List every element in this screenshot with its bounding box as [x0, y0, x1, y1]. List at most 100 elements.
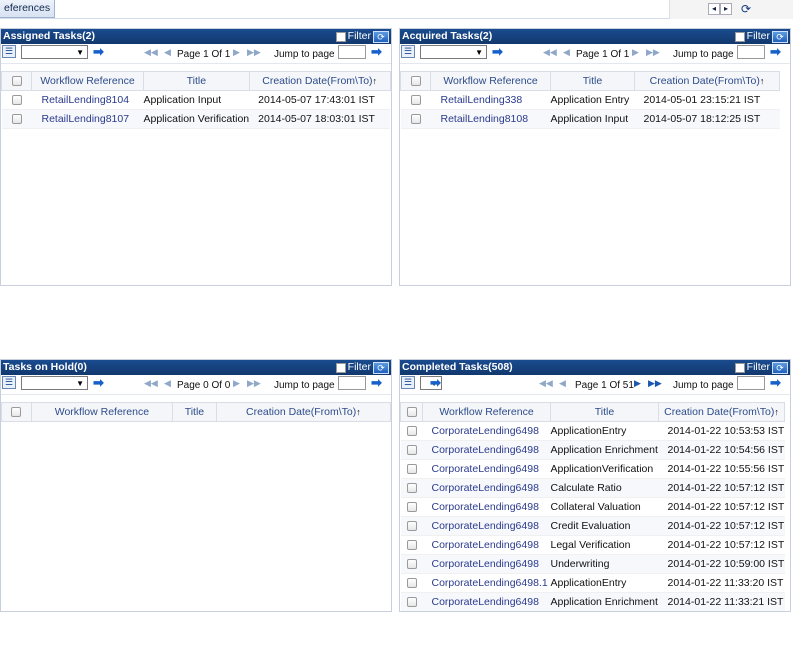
column-header-0[interactable]: Workflow Reference — [30, 402, 174, 422]
filter-checkbox[interactable] — [335, 362, 346, 373]
sort-icon[interactable]: ↑ — [373, 76, 378, 86]
table-row[interactable]: CorporateLending6498 ApplicationVerifica… — [400, 459, 785, 479]
last-page-icon[interactable]: ▶▶ — [648, 377, 662, 389]
workflow-reference-link[interactable]: CorporateLending6498 — [422, 421, 551, 441]
last-page-icon[interactable]: ▶▶ — [247, 377, 261, 389]
column-header-2[interactable]: Creation Date(From\To)↑ — [658, 402, 785, 422]
column-header-1[interactable]: Title — [172, 402, 217, 422]
table-row[interactable]: CorporateLending6498.1 ApplicationEntry … — [400, 573, 785, 593]
sort-icon[interactable]: ↑ — [760, 76, 765, 86]
row-checkbox[interactable] — [11, 95, 22, 106]
table-row[interactable]: RetailLending8104 Application Input 2014… — [1, 90, 391, 110]
select-all-checkbox[interactable] — [11, 76, 22, 87]
column-header-2[interactable]: Creation Date(From\To)↑ — [215, 402, 391, 422]
table-row[interactable]: RetailLending338 Application Entry 2014-… — [400, 90, 780, 110]
jump-to-page-input[interactable] — [338, 45, 366, 59]
filter-checkbox[interactable] — [734, 362, 745, 373]
table-row[interactable]: CorporateLending6498 Legal Verification … — [400, 535, 785, 555]
workflow-reference-link[interactable]: CorporateLending6498 — [422, 440, 551, 460]
go-arrow-icon[interactable]: ➡ — [430, 375, 441, 390]
prev-page-icon[interactable]: ◀ — [164, 46, 171, 58]
go-arrow-icon[interactable]: ➡ — [492, 44, 503, 59]
first-page-icon[interactable]: ◀◀ — [539, 377, 553, 389]
column-header-1[interactable]: Title — [143, 71, 250, 91]
workflow-reference-link[interactable]: CorporateLending6498 — [422, 592, 551, 611]
list-view-icon[interactable]: ☰ — [2, 376, 16, 389]
workflow-reference-link[interactable]: CorporateLending6498 — [422, 459, 551, 479]
filter-checkbox[interactable] — [335, 31, 346, 42]
refresh-icon[interactable]: ⟳ — [738, 3, 754, 15]
last-page-icon[interactable]: ▶▶ — [646, 46, 660, 58]
select-all-checkbox[interactable] — [406, 407, 417, 418]
workflow-reference-link[interactable]: CorporateLending6498 — [422, 535, 551, 555]
workflow-reference-link[interactable]: CorporateLending6498 — [422, 554, 551, 574]
refresh-icon[interactable]: ⟳ — [772, 30, 788, 43]
next-page-icon[interactable]: ▶ — [233, 377, 240, 389]
last-page-icon[interactable]: ▶▶ — [247, 46, 261, 58]
row-checkbox[interactable] — [406, 540, 417, 551]
jump-go-icon[interactable]: ➡ — [770, 375, 781, 390]
row-checkbox[interactable] — [406, 559, 417, 570]
workflow-reference-link[interactable]: CorporateLending6498 — [422, 497, 551, 517]
list-view-icon[interactable]: ☰ — [401, 376, 415, 389]
sort-icon[interactable]: ↑ — [774, 407, 779, 417]
workflow-reference-link[interactable]: CorporateLending6498 — [422, 478, 551, 498]
row-checkbox[interactable] — [406, 597, 417, 608]
table-row[interactable]: CorporateLending6498 Calculate Ratio 201… — [400, 478, 785, 498]
view-select[interactable]: ▼ — [420, 45, 487, 59]
list-view-icon[interactable]: ☰ — [401, 45, 415, 58]
prev-page-icon[interactable]: ◀ — [563, 46, 570, 58]
row-checkbox[interactable] — [11, 114, 22, 125]
column-header-0[interactable]: Workflow Reference — [422, 402, 551, 422]
row-checkbox[interactable] — [406, 521, 417, 532]
table-row[interactable]: RetailLending8108 Application Input 2014… — [400, 109, 780, 129]
prev-page-icon[interactable]: ◀ — [164, 377, 171, 389]
go-arrow-icon[interactable]: ➡ — [93, 44, 104, 59]
workflow-reference-link[interactable]: RetailLending8107 — [31, 109, 144, 129]
go-arrow-icon[interactable]: ➡ — [93, 375, 104, 390]
workflow-reference-link[interactable]: RetailLending8104 — [31, 90, 144, 110]
first-page-icon[interactable]: ◀◀ — [144, 46, 158, 58]
refresh-icon[interactable]: ⟳ — [373, 30, 389, 43]
list-view-icon[interactable]: ☰ — [2, 45, 16, 58]
next-page-icon[interactable]: ▶ — [634, 377, 641, 389]
workflow-reference-link[interactable]: RetailLending8108 — [430, 109, 551, 129]
row-checkbox[interactable] — [410, 114, 421, 125]
column-header-0[interactable]: Workflow Reference — [31, 71, 144, 91]
column-header-2[interactable]: Creation Date(From\To)↑ — [248, 71, 391, 91]
table-row[interactable]: RetailLending8107 Application Verificati… — [1, 109, 391, 129]
jump-to-page-input[interactable] — [338, 376, 366, 390]
row-checkbox[interactable] — [406, 483, 417, 494]
jump-go-icon[interactable]: ➡ — [371, 375, 382, 390]
table-row[interactable]: CorporateLending6498 Credit Evaluation 2… — [400, 516, 785, 536]
jump-to-page-input[interactable] — [737, 376, 765, 390]
column-header-0[interactable]: Workflow Reference — [430, 71, 551, 91]
nav-next-icon[interactable]: ▸ — [720, 3, 732, 15]
prev-page-icon[interactable]: ◀ — [559, 377, 566, 389]
sort-icon[interactable]: ↑ — [356, 407, 361, 417]
table-row[interactable]: CorporateLending6498 Application Enrichm… — [400, 440, 785, 460]
table-row[interactable]: CorporateLending6498 Collateral Valuatio… — [400, 497, 785, 517]
table-row[interactable]: CorporateLending6498 Underwriting 2014-0… — [400, 554, 785, 574]
row-checkbox[interactable] — [406, 578, 417, 589]
first-page-icon[interactable]: ◀◀ — [144, 377, 158, 389]
row-checkbox[interactable] — [406, 464, 417, 475]
tab-preferences[interactable]: eferences — [0, 0, 56, 18]
view-select[interactable]: ▼ — [21, 45, 88, 59]
nav-prev-icon[interactable]: ◂ — [708, 3, 720, 15]
workflow-reference-link[interactable]: CorporateLending6498.1 — [422, 573, 551, 593]
column-header-1[interactable]: Title — [550, 71, 635, 91]
jump-go-icon[interactable]: ➡ — [371, 44, 382, 59]
jump-to-page-input[interactable] — [737, 45, 765, 59]
row-checkbox[interactable] — [406, 502, 417, 513]
workflow-reference-link[interactable]: RetailLending338 — [430, 90, 551, 110]
table-row[interactable]: CorporateLending6498 ApplicationEntry 20… — [400, 421, 785, 441]
view-select[interactable]: ▼ — [21, 376, 88, 390]
row-checkbox[interactable] — [406, 445, 417, 456]
jump-go-icon[interactable]: ➡ — [770, 44, 781, 59]
row-checkbox[interactable] — [406, 426, 417, 437]
row-checkbox[interactable] — [410, 95, 421, 106]
next-page-icon[interactable]: ▶ — [632, 46, 639, 58]
next-page-icon[interactable]: ▶ — [233, 46, 240, 58]
column-header-2[interactable]: Creation Date(From\To)↑ — [634, 71, 780, 91]
